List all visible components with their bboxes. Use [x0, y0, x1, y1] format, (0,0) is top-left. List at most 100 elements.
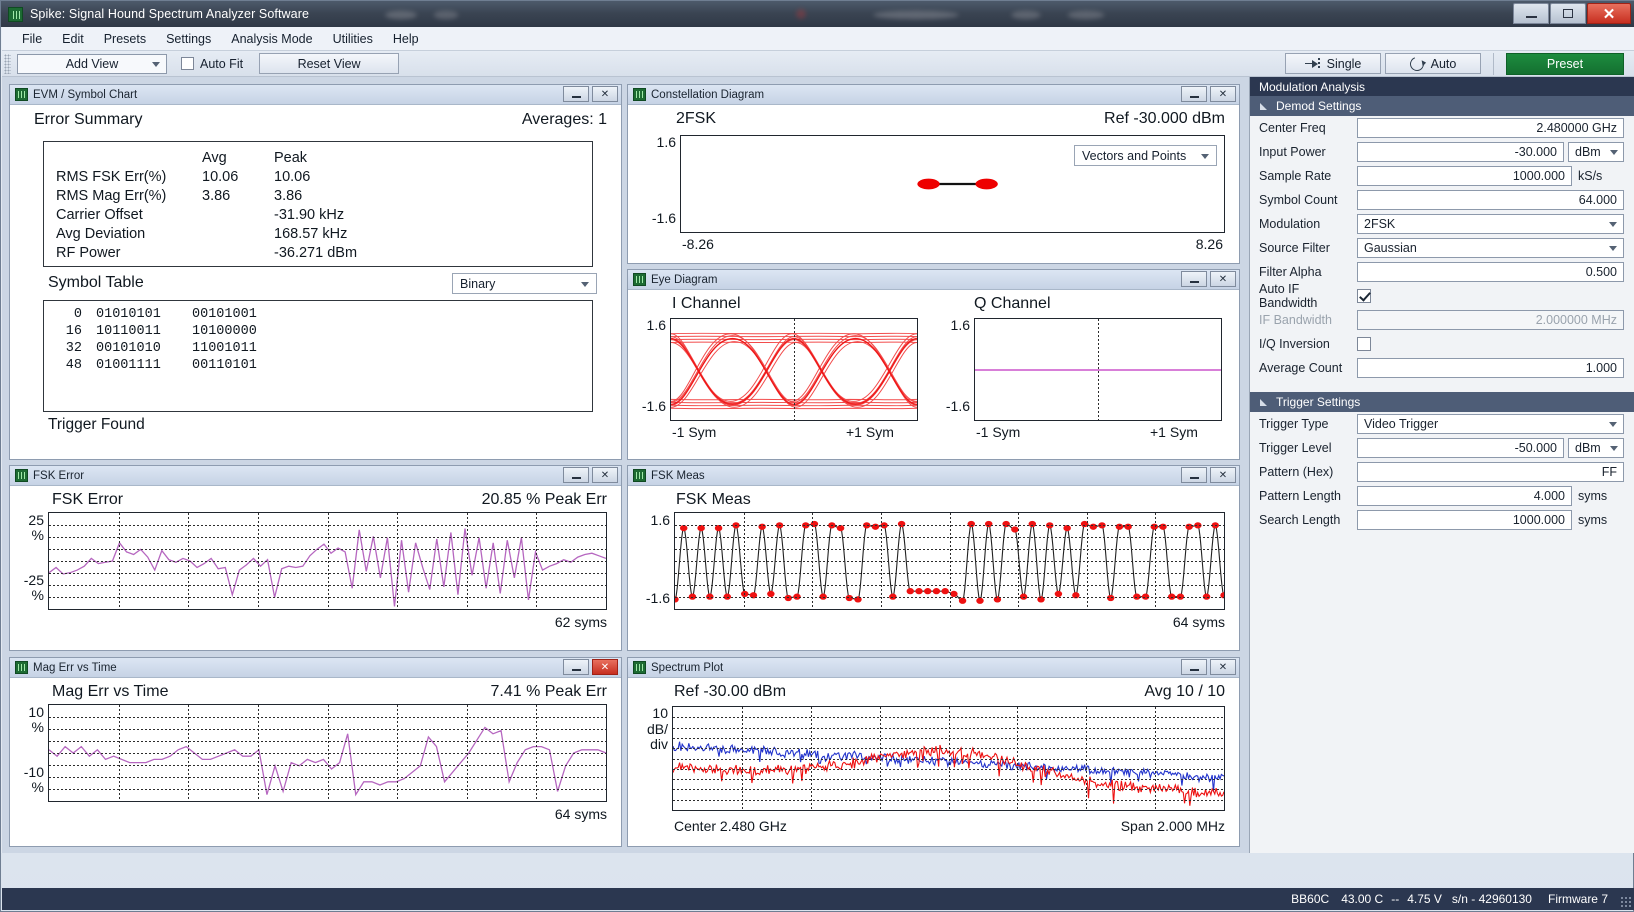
panel-titlebar-spectrum[interactable]: Spectrum Plot ✕: [628, 658, 1239, 678]
panel-minimize-constellation[interactable]: [1181, 86, 1207, 102]
panel-titlebar-mag-err[interactable]: Mag Err vs Time ✕: [10, 658, 621, 678]
panel-titlebar-fsk-meas[interactable]: FSK Meas ✕: [628, 466, 1239, 486]
toolbar-grip[interactable]: [4, 54, 11, 74]
input-average-count[interactable]: 1.000: [1357, 358, 1624, 378]
row-label: Avg Deviation: [56, 224, 202, 243]
row-label: RF Power: [56, 243, 202, 262]
menu-item-analysis-mode[interactable]: Analysis Mode: [221, 29, 322, 49]
panel-constellation-diagram: Constellation Diagram ✕ 2FSK Ref -30.000…: [627, 84, 1240, 264]
window-titlebar: Spike: Signal Hound Spectrum Analyzer So…: [1, 1, 1634, 27]
symbol-table-label: Symbol Table: [48, 274, 144, 292]
field-value: 1000.000: [1513, 513, 1565, 527]
panel-minimize-evm[interactable]: [563, 86, 589, 102]
panel-minimize-fsk-meas[interactable]: [1181, 467, 1207, 483]
auto-fit-checkbox-group[interactable]: Auto Fit: [181, 57, 243, 71]
input-search-length[interactable]: 1000.000: [1357, 510, 1572, 530]
fsk-error-plot[interactable]: [48, 512, 607, 610]
fsk-error-footer: 62 syms: [555, 614, 607, 630]
panel-close-fsk-meas[interactable]: ✕: [1210, 467, 1236, 483]
trigger-row-trigger-type: Trigger TypeVideo Trigger: [1250, 412, 1634, 436]
section-header-trigger-settings[interactable]: Trigger Settings: [1250, 392, 1634, 412]
input-trigger-level[interactable]: -50.000: [1357, 438, 1564, 458]
panel-close-evm[interactable]: ✕: [592, 86, 618, 102]
menu-item-file[interactable]: File: [12, 29, 52, 49]
panel-minimize-mag-err[interactable]: [563, 659, 589, 675]
demod-row-modulation: Modulation2FSK: [1250, 212, 1634, 236]
field-value: Gaussian: [1364, 241, 1417, 255]
field-label: Modulation: [1259, 217, 1357, 231]
input-center-freq[interactable]: 2.480000 GHz: [1357, 118, 1624, 138]
reset-view-label: Reset View: [298, 57, 361, 71]
panel-close-eye[interactable]: ✕: [1210, 271, 1236, 287]
resize-grip-icon[interactable]: [1621, 897, 1631, 907]
input-sample-rate[interactable]: 1000.000: [1357, 166, 1572, 186]
checkbox-i-q-inversion[interactable]: [1357, 337, 1371, 351]
eye-i-y-min: -1.6: [628, 399, 666, 414]
input-pattern-hex-[interactable]: FF: [1357, 462, 1624, 482]
field-label: Symbol Count: [1259, 193, 1357, 207]
input-symbol-count[interactable]: 64.000: [1357, 190, 1624, 210]
table-header-row: Avg Peak: [56, 148, 357, 167]
panel-minimize-fsk-error[interactable]: [563, 467, 589, 483]
input-filter-alpha[interactable]: 0.500: [1357, 262, 1624, 282]
eye-q-y-min: -1.6: [932, 399, 970, 414]
menu-item-help[interactable]: Help: [383, 29, 429, 49]
panel-titlebar-eye[interactable]: Eye Diagram ✕: [628, 270, 1239, 290]
preset-button[interactable]: Preset: [1506, 53, 1624, 75]
panel-titlebar-constellation[interactable]: Constellation Diagram ✕: [628, 85, 1239, 105]
eye-i-label: I Channel: [672, 295, 741, 313]
panel-titlebar-evm[interactable]: EVM / Symbol Chart ✕: [10, 85, 621, 105]
input-input-power[interactable]: -30.000: [1357, 142, 1564, 162]
auto-sweep-button[interactable]: Auto: [1385, 53, 1481, 74]
field-value: -50.000: [1515, 441, 1557, 455]
menu-item-presets[interactable]: Presets: [94, 29, 156, 49]
constellation-ref: Ref -30.000 dBm: [1104, 110, 1225, 128]
input-pattern-length[interactable]: 4.000: [1357, 486, 1572, 506]
maximize-button[interactable]: [1550, 3, 1586, 24]
mag-err-plot[interactable]: [48, 704, 607, 802]
minimize-button[interactable]: [1513, 3, 1549, 24]
panel-title-spectrum: Spectrum Plot: [651, 662, 723, 674]
fsk-meas-plot[interactable]: [674, 512, 1225, 610]
panel-close-mag-err[interactable]: ✕: [592, 659, 618, 675]
panel-buttons-evm: ✕: [563, 86, 618, 102]
panel-evm-symbol-chart: EVM / Symbol Chart ✕ Error Summary Avera…: [9, 84, 622, 460]
panel-minimize-eye[interactable]: [1181, 271, 1207, 287]
panel-minimize-spectrum[interactable]: [1181, 659, 1207, 675]
select-source-filter[interactable]: Gaussian: [1357, 238, 1624, 258]
single-sweep-button[interactable]: Single: [1285, 53, 1381, 74]
constellation-display-dropdown[interactable]: Vectors and Points: [1074, 145, 1217, 166]
eye-q-plot[interactable]: [974, 318, 1222, 421]
auto-fit-checkbox[interactable]: [181, 57, 194, 70]
spectrum-plot[interactable]: [672, 706, 1225, 811]
checkbox-auto-if-bandwidth[interactable]: [1357, 289, 1371, 303]
menu-item-utilities[interactable]: Utilities: [323, 29, 383, 49]
spectrum-y-axis-label: 10dB/div: [628, 706, 668, 753]
add-view-dropdown[interactable]: Add View: [17, 54, 167, 74]
symbol-format-dropdown[interactable]: Binary: [452, 273, 597, 294]
field-value: 2.000000 MHz: [1536, 313, 1617, 327]
unit-select-trigger-level[interactable]: dBm: [1568, 438, 1624, 458]
section-header-demod-settings[interactable]: Demod Settings: [1250, 96, 1634, 116]
eye-i-plot[interactable]: [670, 318, 918, 421]
panel-close-fsk-error[interactable]: ✕: [592, 467, 618, 483]
error-summary-label: Error Summary: [34, 111, 142, 129]
status-firmware: Firmware 7: [1548, 892, 1608, 906]
panel-fsk-error: FSK Error ✕ FSK Error 20.85 % Peak Err 2…: [9, 465, 622, 651]
input-if-bandwidth[interactable]: 2.000000 MHz: [1357, 310, 1624, 330]
close-button[interactable]: ✕: [1587, 3, 1631, 24]
reset-view-button[interactable]: Reset View: [259, 53, 399, 74]
trigger-row-search-length: Search Length1000.000syms: [1250, 508, 1634, 532]
panel-close-spectrum[interactable]: ✕: [1210, 659, 1236, 675]
panel-buttons-fsk-error: ✕: [563, 467, 618, 483]
symbol-table-box[interactable]: 0 01010101 00101001 16 10110011 10100000…: [43, 300, 593, 412]
constellation-y-max: 1.6: [634, 135, 676, 150]
select-trigger-type[interactable]: Video Trigger: [1357, 414, 1624, 434]
menu-item-settings[interactable]: Settings: [156, 29, 221, 49]
panel-titlebar-fsk-error[interactable]: FSK Error ✕: [10, 466, 621, 486]
panel-close-constellation[interactable]: ✕: [1210, 86, 1236, 102]
select-modulation[interactable]: 2FSK: [1357, 214, 1624, 234]
unit-select-input-power[interactable]: dBm: [1568, 142, 1624, 162]
menu-item-edit[interactable]: Edit: [52, 29, 94, 49]
field-value: 1000.000: [1513, 169, 1565, 183]
